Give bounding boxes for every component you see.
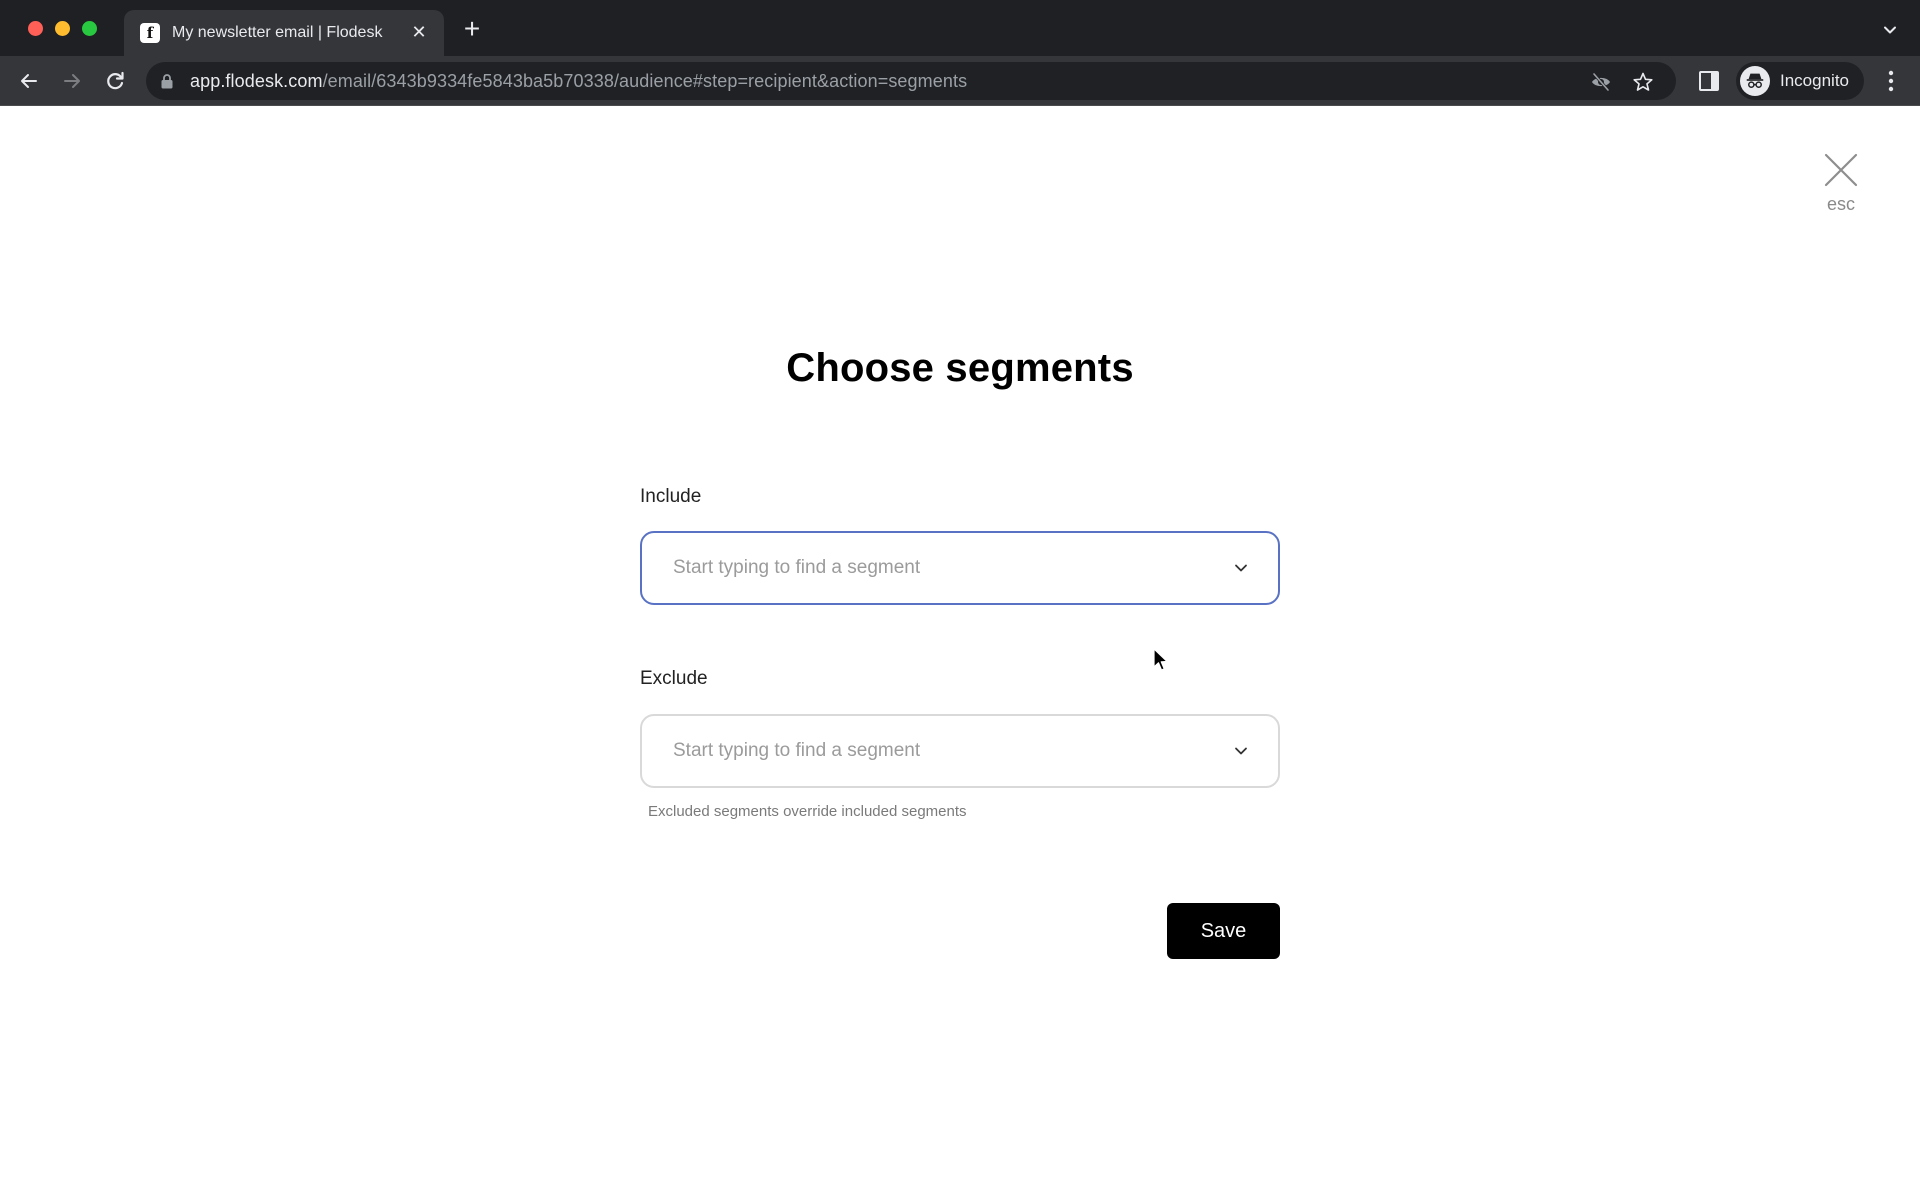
browser-tab-active[interactable]: f My newsletter email | Flodesk ✕ <box>124 10 444 56</box>
chevron-down-icon[interactable] <box>1234 563 1248 573</box>
include-segment-select[interactable] <box>640 531 1280 605</box>
tab-close-icon[interactable]: ✕ <box>408 21 430 43</box>
bookmark-star-icon[interactable] <box>1632 71 1654 93</box>
forward-arrow-icon[interactable] <box>59 68 85 94</box>
eye-off-icon[interactable] <box>1590 71 1612 93</box>
more-vert-icon[interactable] <box>1880 68 1902 94</box>
page-title: Choose segments <box>786 346 1134 390</box>
address-bar[interactable]: app.flodesk.com/email/6343b9334fe5843ba5… <box>146 62 1676 100</box>
exclude-label: Exclude <box>640 668 708 689</box>
url-host: app.flodesk.com <box>190 70 323 91</box>
chevron-down-icon[interactable] <box>1234 746 1248 756</box>
exclude-segment-select[interactable] <box>640 714 1280 788</box>
include-segment-input[interactable] <box>673 557 1193 579</box>
mouse-pointer-icon <box>1153 648 1168 671</box>
reload-icon[interactable] <box>102 68 128 94</box>
new-tab-button[interactable]: + <box>458 15 486 44</box>
browser-toolbar: app.flodesk.com/email/6343b9334fe5843ba5… <box>0 56 1920 106</box>
tab-title: My newsletter email | Flodesk <box>172 24 383 41</box>
close-icon[interactable] <box>1823 152 1859 188</box>
back-arrow-icon[interactable] <box>16 68 42 94</box>
flodesk-favicon-icon: f <box>140 23 160 43</box>
save-button[interactable]: Save <box>1167 903 1280 959</box>
exclude-segment-input[interactable] <box>673 740 1193 762</box>
close-modal-button[interactable]: esc <box>1818 152 1864 222</box>
lock-icon[interactable] <box>160 73 174 89</box>
exclude-hint-text: Excluded segments override included segm… <box>648 803 967 820</box>
window-maximize-button[interactable] <box>82 21 97 36</box>
window-close-button[interactable] <box>28 21 43 36</box>
profile-chip-incognito[interactable]: Incognito <box>1736 62 1864 100</box>
incognito-icon <box>1740 66 1770 96</box>
url-path: /email/6343b9334fe5843ba5b70338/audience… <box>322 70 968 91</box>
side-panel-icon[interactable] <box>1698 70 1720 92</box>
window-minimize-button[interactable] <box>55 21 70 36</box>
include-label: Include <box>640 486 702 507</box>
browser-tab-strip: f My newsletter email | Flodesk ✕ + <box>0 0 1920 56</box>
tab-search-chevron-down-icon[interactable] <box>1880 20 1900 40</box>
page-content: esc Choose segments Include Exclude Excl… <box>0 106 1920 1200</box>
profile-label: Incognito <box>1780 71 1849 90</box>
url-text[interactable]: app.flodesk.com/email/6343b9334fe5843ba5… <box>190 71 967 92</box>
esc-hint: esc <box>1826 194 1855 214</box>
